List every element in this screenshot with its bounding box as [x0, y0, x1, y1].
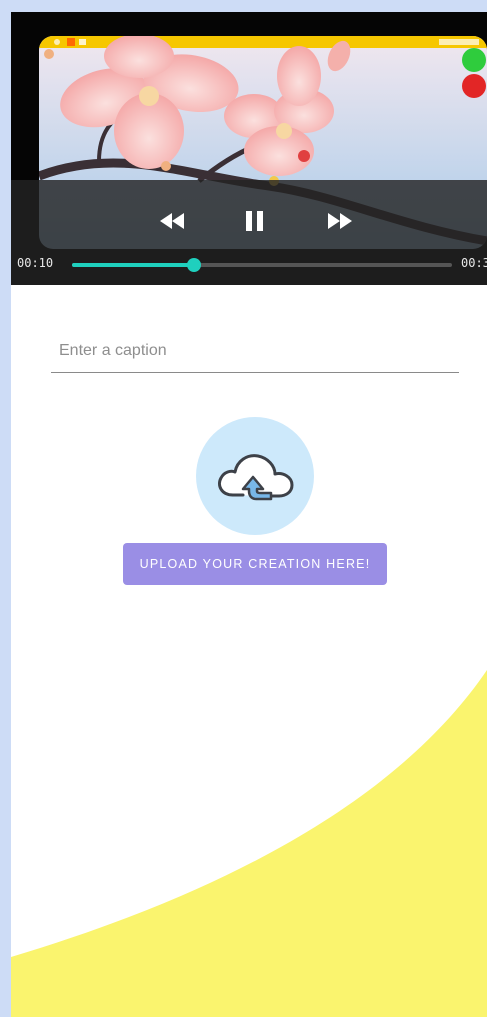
seek-bar[interactable] — [72, 258, 452, 272]
current-time: 00:10 — [17, 256, 54, 270]
video-player[interactable]: 00:10 00:3 — [11, 12, 487, 285]
app-screen: 00:10 00:3 UPLOAD YOUR CREATION HERE! — [11, 12, 487, 1017]
caption-field-container — [51, 334, 459, 373]
pause-icon — [246, 211, 263, 231]
rewind-icon — [160, 213, 184, 229]
fast-forward-button[interactable] — [320, 204, 360, 238]
upload-creation-button[interactable]: UPLOAD YOUR CREATION HERE! — [123, 543, 387, 585]
seek-bar-progress — [72, 263, 194, 267]
caption-input[interactable] — [51, 334, 459, 368]
rewind-button[interactable] — [152, 204, 192, 238]
upload-image-button[interactable] — [196, 417, 314, 535]
pause-button[interactable] — [235, 204, 275, 238]
cloud-upload-icon — [218, 454, 294, 501]
seek-bar-thumb[interactable] — [186, 258, 201, 272]
fast-forward-icon — [328, 213, 352, 229]
total-time: 00:3 — [461, 256, 487, 270]
